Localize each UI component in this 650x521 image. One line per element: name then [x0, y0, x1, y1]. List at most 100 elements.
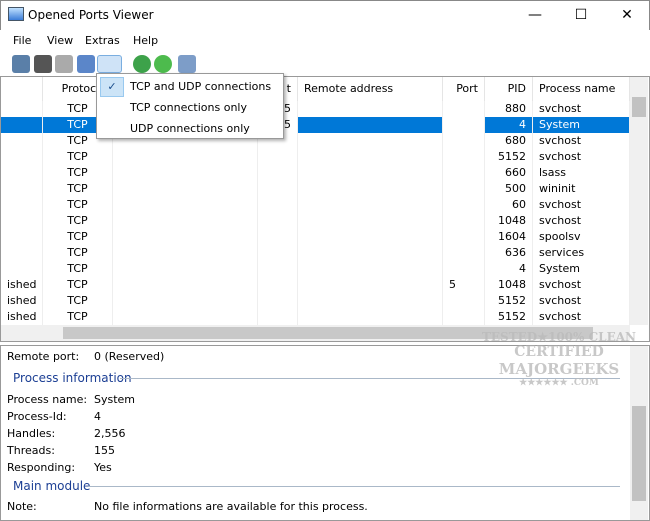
cell-raddr	[298, 197, 443, 213]
cell-process: wininit	[533, 181, 630, 197]
field-value: Yes	[94, 461, 112, 474]
group-divider	[88, 486, 620, 487]
cell-state	[1, 229, 43, 245]
cell-laddr	[113, 229, 258, 245]
cell-lport	[258, 149, 298, 165]
process-info-group: Process information	[13, 371, 132, 385]
cell-raddr	[298, 165, 443, 181]
cell-laddr	[113, 245, 258, 261]
cell-state	[1, 213, 43, 229]
column-header-process-name[interactable]: Process name	[533, 77, 630, 101]
table-row[interactable]: TCP 4 System	[1, 261, 630, 277]
menu-help[interactable]: Help	[133, 34, 158, 47]
table-row[interactable]: TCP 1048 svchost	[1, 213, 630, 229]
cell-rport	[443, 101, 485, 117]
cell-state: ished	[1, 277, 43, 293]
cell-pid: 1048	[485, 277, 533, 293]
cell-lport	[258, 165, 298, 181]
cell-laddr	[113, 293, 258, 309]
cell-rport	[443, 293, 485, 309]
menu-extras[interactable]: Extras	[85, 34, 120, 47]
column-header-pid[interactable]: PID	[485, 77, 533, 101]
cell-raddr	[298, 293, 443, 309]
tools-icon[interactable]	[178, 55, 196, 73]
list-vertical-scrollbar[interactable]	[630, 77, 648, 325]
cell-lport	[258, 309, 298, 325]
cell-pid: 60	[485, 197, 533, 213]
cell-rport	[443, 197, 485, 213]
field-value: 155	[94, 444, 115, 457]
cell-protocol: TCP	[43, 277, 113, 293]
cell-raddr	[298, 277, 443, 293]
field-label: Threads:	[7, 444, 55, 457]
cell-rport	[443, 181, 485, 197]
cell-rport	[443, 213, 485, 229]
table-row[interactable]: TCP 60 svchost	[1, 197, 630, 213]
minimize-button[interactable]: —	[512, 0, 558, 30]
cell-raddr	[298, 101, 443, 117]
cell-state	[1, 149, 43, 165]
cell-process: svchost	[533, 101, 630, 117]
column-header-state[interactable]	[1, 77, 43, 101]
cell-pid: 880	[485, 101, 533, 117]
table-row[interactable]: TCP 636 services	[1, 245, 630, 261]
menu-view[interactable]: View	[47, 34, 73, 47]
cell-state: ished	[1, 293, 43, 309]
menu-item-tcp-only[interactable]: TCP connections only	[130, 101, 247, 114]
settings-icon[interactable]	[55, 55, 73, 73]
cell-protocol: TCP	[43, 165, 113, 181]
cell-process: svchost	[533, 309, 630, 325]
cell-laddr	[113, 261, 258, 277]
cell-raddr	[298, 133, 443, 149]
close-button[interactable]: ✕	[604, 0, 650, 30]
table-row[interactable]: ished TCP 5152 svchost	[1, 293, 630, 309]
cell-state	[1, 101, 43, 117]
cell-pid: 5152	[485, 149, 533, 165]
cell-state	[1, 197, 43, 213]
table-row[interactable]: ished TCP 5152 svchost	[1, 309, 630, 325]
cell-rport: 5	[443, 277, 485, 293]
table-row[interactable]: ished TCP 5 1048 svchost	[1, 277, 630, 293]
cell-process: svchost	[533, 277, 630, 293]
connect-icon[interactable]	[34, 55, 52, 73]
cell-rport	[443, 149, 485, 165]
cell-protocol: TCP	[43, 197, 113, 213]
cell-process: svchost	[533, 197, 630, 213]
cell-pid: 1048	[485, 213, 533, 229]
table-row[interactable]: TCP 660 lsass	[1, 165, 630, 181]
cell-process: svchost	[533, 293, 630, 309]
watermark-line: ★★★★★★ .COM	[519, 378, 599, 388]
cell-pid: 5152	[485, 293, 533, 309]
menu-item-udp-only[interactable]: UDP connections only	[130, 122, 250, 135]
table-row[interactable]: TCP 5152 svchost	[1, 149, 630, 165]
cell-process: lsass	[533, 165, 630, 181]
cell-raddr	[298, 245, 443, 261]
cell-raddr	[298, 309, 443, 325]
auto-refresh-icon[interactable]	[154, 55, 172, 73]
cell-raddr	[298, 213, 443, 229]
add-icon[interactable]	[12, 55, 30, 73]
cell-process: services	[533, 245, 630, 261]
maximize-button[interactable]: ☐	[558, 0, 604, 30]
cell-protocol: TCP	[43, 229, 113, 245]
menu-item-tcp-udp[interactable]: TCP and UDP connections	[130, 80, 271, 93]
cell-state	[1, 117, 43, 133]
cell-protocol: TCP	[43, 309, 113, 325]
cell-lport	[258, 277, 298, 293]
cell-process: System	[533, 261, 630, 277]
cell-protocol: TCP	[43, 181, 113, 197]
refresh-icon[interactable]	[133, 55, 151, 73]
column-header-remote-address[interactable]: Remote address	[298, 77, 443, 101]
table-row[interactable]: TCP 500 wininit	[1, 181, 630, 197]
cell-process: svchost	[533, 149, 630, 165]
cell-pid: 680	[485, 133, 533, 149]
menu-file[interactable]: File	[13, 34, 31, 47]
satellite-icon[interactable]	[77, 55, 95, 73]
column-header-port[interactable]: Port	[443, 77, 485, 101]
cell-process: spoolsv	[533, 229, 630, 245]
table-row[interactable]: TCP 1604 spoolsv	[1, 229, 630, 245]
cell-pid: 4	[485, 261, 533, 277]
filter-dropdown-icon[interactable]	[97, 55, 122, 73]
checkmark-icon: ✓	[100, 77, 124, 97]
filter-menu: ✓ TCP and UDP connections TCP connection…	[96, 73, 284, 139]
